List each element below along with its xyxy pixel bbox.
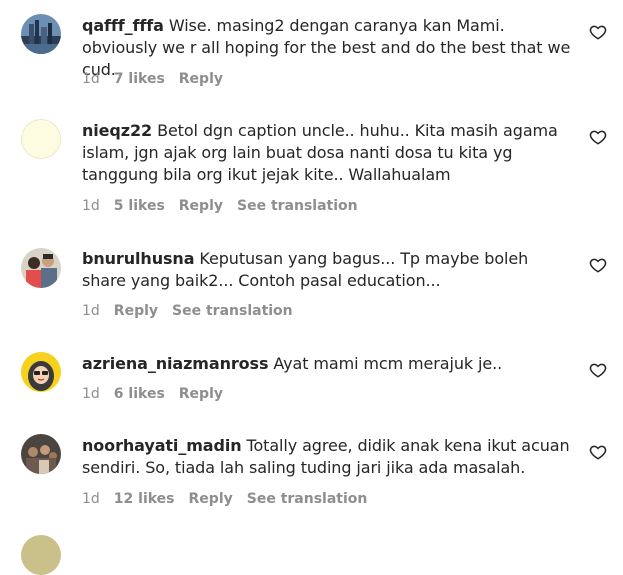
heart-icon bbox=[589, 445, 607, 460]
avatar[interactable] bbox=[21, 535, 61, 575]
comment-meta: 1d 6 likes Reply bbox=[82, 386, 237, 402]
comment-body: Betol dgn caption uncle.. huhu.. Kita ma… bbox=[82, 121, 558, 184]
see-translation-button[interactable]: See translation bbox=[237, 198, 358, 214]
comment-time[interactable]: 1d bbox=[82, 303, 100, 319]
reply-button[interactable]: Reply bbox=[179, 198, 223, 214]
like-button[interactable] bbox=[589, 443, 607, 461]
comment-text: noorhayati_madin Totally agree, didik ana… bbox=[82, 435, 572, 479]
group-photo-avatar-icon bbox=[21, 434, 61, 474]
see-translation-button[interactable]: See translation bbox=[247, 491, 368, 507]
comment-time[interactable]: 1d bbox=[82, 71, 100, 87]
comment-username[interactable]: azriena_niazmanross bbox=[82, 354, 269, 373]
comment-meta: 1d 5 likes Reply See translation bbox=[82, 198, 372, 214]
like-button[interactable] bbox=[589, 128, 607, 146]
pale-yellow-avatar-icon bbox=[21, 119, 61, 159]
comment-time[interactable]: 1d bbox=[82, 386, 100, 402]
comment-meta: 1d 7 likes Reply bbox=[82, 71, 237, 87]
comment-meta: 1d 12 likes Reply See translation bbox=[82, 491, 381, 507]
avatar[interactable] bbox=[21, 119, 61, 159]
reply-button[interactable]: Reply bbox=[189, 491, 233, 507]
avatar[interactable] bbox=[21, 14, 61, 54]
comment-username[interactable]: noorhayati_madin bbox=[82, 436, 242, 455]
likes-count[interactable]: 12 likes bbox=[114, 491, 175, 507]
reply-button[interactable]: Reply bbox=[179, 71, 223, 87]
reply-button[interactable]: Reply bbox=[114, 303, 158, 319]
avatar[interactable] bbox=[21, 248, 61, 288]
cartoon-hijab-avatar-icon bbox=[21, 352, 61, 392]
comment-text: azriena_niazmanross Ayat mami mcm merajuk… bbox=[82, 353, 572, 375]
heart-icon bbox=[589, 363, 607, 378]
likes-count[interactable]: 6 likes bbox=[114, 386, 165, 402]
city-skyline-avatar-icon bbox=[21, 14, 61, 54]
like-button[interactable] bbox=[589, 256, 607, 274]
comment-text: bnurulhusna Keputusan yang bagus... Tp ma… bbox=[82, 248, 572, 292]
comment-time[interactable]: 1d bbox=[82, 198, 100, 214]
family-photo-avatar-icon bbox=[21, 248, 61, 288]
comment-username[interactable]: bnurulhusna bbox=[82, 249, 195, 268]
heart-icon bbox=[589, 258, 607, 273]
avatar[interactable] bbox=[21, 352, 61, 392]
comment-username[interactable]: nieqz22 bbox=[82, 121, 152, 140]
likes-count[interactable]: 5 likes bbox=[114, 198, 165, 214]
comment-body: Ayat mami mcm merajuk je.. bbox=[273, 354, 503, 373]
avatar[interactable] bbox=[21, 434, 61, 474]
heart-icon bbox=[589, 130, 607, 145]
likes-count[interactable]: 7 likes bbox=[114, 71, 165, 87]
comment-meta: 1d Reply See translation bbox=[82, 303, 307, 319]
comment-username[interactable]: qafff_fffa bbox=[82, 16, 164, 35]
like-button[interactable] bbox=[589, 361, 607, 379]
reply-button[interactable]: Reply bbox=[179, 386, 223, 402]
see-translation-button[interactable]: See translation bbox=[172, 303, 293, 319]
comment-time[interactable]: 1d bbox=[82, 491, 100, 507]
heart-icon bbox=[589, 25, 607, 40]
comment-text: nieqz22 Betol dgn caption uncle.. huhu.. … bbox=[82, 120, 572, 186]
like-button[interactable] bbox=[589, 23, 607, 41]
